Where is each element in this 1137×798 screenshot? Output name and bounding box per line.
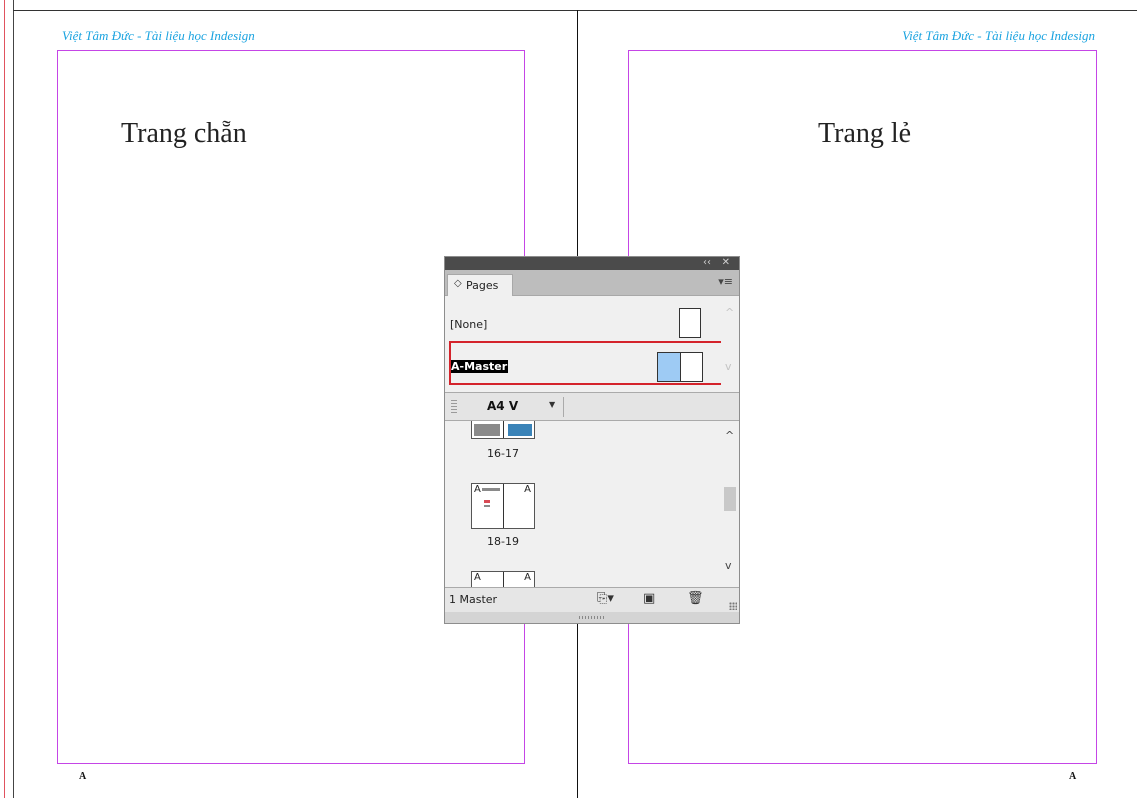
page-edge-left — [13, 0, 14, 798]
spread-spine — [503, 572, 504, 587]
selection-highlight — [449, 341, 731, 385]
master-thumbnail[interactable] — [679, 308, 701, 338]
pages-list: 16-17 A A 18-19 A A — [445, 421, 721, 587]
page-size-select[interactable]: A4 V — [487, 399, 518, 413]
scroll-down-icon[interactable]: v — [725, 360, 732, 373]
spread-thumbnail-next[interactable]: A A — [471, 571, 535, 587]
page-edge-top — [13, 10, 1137, 11]
scroll-up-icon[interactable]: ^ — [725, 429, 734, 442]
page-content-preview — [484, 505, 490, 507]
spread-spine — [503, 421, 504, 438]
resize-grip-icon[interactable] — [729, 602, 737, 610]
delete-page-icon[interactable]: 🗑 — [687, 591, 704, 606]
scroll-down-icon[interactable]: v — [725, 559, 732, 572]
page-content-preview — [484, 500, 490, 503]
left-page-title: Trang chẵn — [121, 118, 247, 149]
master-name: [None] — [450, 318, 488, 331]
close-panel-icon[interactable]: ✕ — [722, 256, 730, 269]
tab-pages[interactable]: ◇ Pages — [447, 274, 513, 296]
page-content-preview — [482, 488, 500, 491]
master-indicator: A — [474, 572, 481, 583]
master-item-none[interactable]: [None] — [445, 308, 721, 340]
scrollbar-thumb[interactable] — [724, 487, 736, 511]
edit-page-size-icon[interactable]: ⎘▾ — [597, 591, 614, 606]
separator — [563, 397, 564, 417]
panel-titlebar[interactable]: ‹‹ ✕ — [445, 257, 739, 270]
masters-scrollbar[interactable]: ^ v — [721, 296, 739, 392]
spread-thumbnail-18-19[interactable]: A A — [471, 483, 535, 529]
right-page-master-marker: A — [1069, 771, 1077, 782]
grip-lines-icon — [579, 616, 605, 619]
master-indicator: A — [524, 484, 531, 495]
scroll-up-icon[interactable]: ^ — [725, 306, 734, 319]
panel-tab-row: ◇ Pages ▾≡ — [445, 270, 739, 296]
create-new-page-icon[interactable]: ▣ — [643, 591, 655, 606]
page-size-bar: A4 V ▼ — [445, 392, 739, 421]
pages-scrollbar[interactable]: ^ v — [721, 421, 739, 587]
master-indicator: A — [524, 572, 531, 583]
page-content-preview — [474, 424, 500, 436]
bleed-guide — [4, 0, 5, 798]
pages-panel: ‹‹ ✕ ◇ Pages ▾≡ [None] A-Master ^ v A4 V… — [444, 256, 740, 624]
collapse-panel-icon[interactable]: ‹‹ — [703, 256, 711, 269]
expand-toggle-icon[interactable]: ◇ — [454, 278, 462, 289]
divider-grip-icon[interactable] — [451, 400, 457, 414]
master-indicator: A — [474, 484, 481, 495]
panel-menu-icon[interactable]: ▾≡ — [718, 275, 733, 288]
right-page-title: Trang lẻ — [818, 118, 912, 149]
spread-number: 18-19 — [487, 535, 519, 548]
panel-bottom-grip[interactable] — [445, 612, 739, 623]
dropdown-arrow-icon[interactable]: ▼ — [549, 400, 555, 409]
left-page-header: Việt Tâm Đức - Tài liệu học Indesign — [62, 28, 255, 43]
panel-footer: 1 Master ⎘▾ ▣ 🗑 — [445, 587, 739, 612]
master-count-status: 1 Master — [449, 593, 498, 606]
tab-pages-label: Pages — [466, 279, 499, 292]
right-page-header: Việt Tâm Đức - Tài liệu học Indesign — [902, 28, 1095, 43]
spread-thumbnail-16-17[interactable] — [471, 421, 535, 439]
spread-number: 16-17 — [487, 447, 519, 460]
page-content-preview — [508, 424, 532, 436]
spread-spine — [503, 484, 504, 528]
left-page-master-marker: A — [79, 771, 87, 782]
